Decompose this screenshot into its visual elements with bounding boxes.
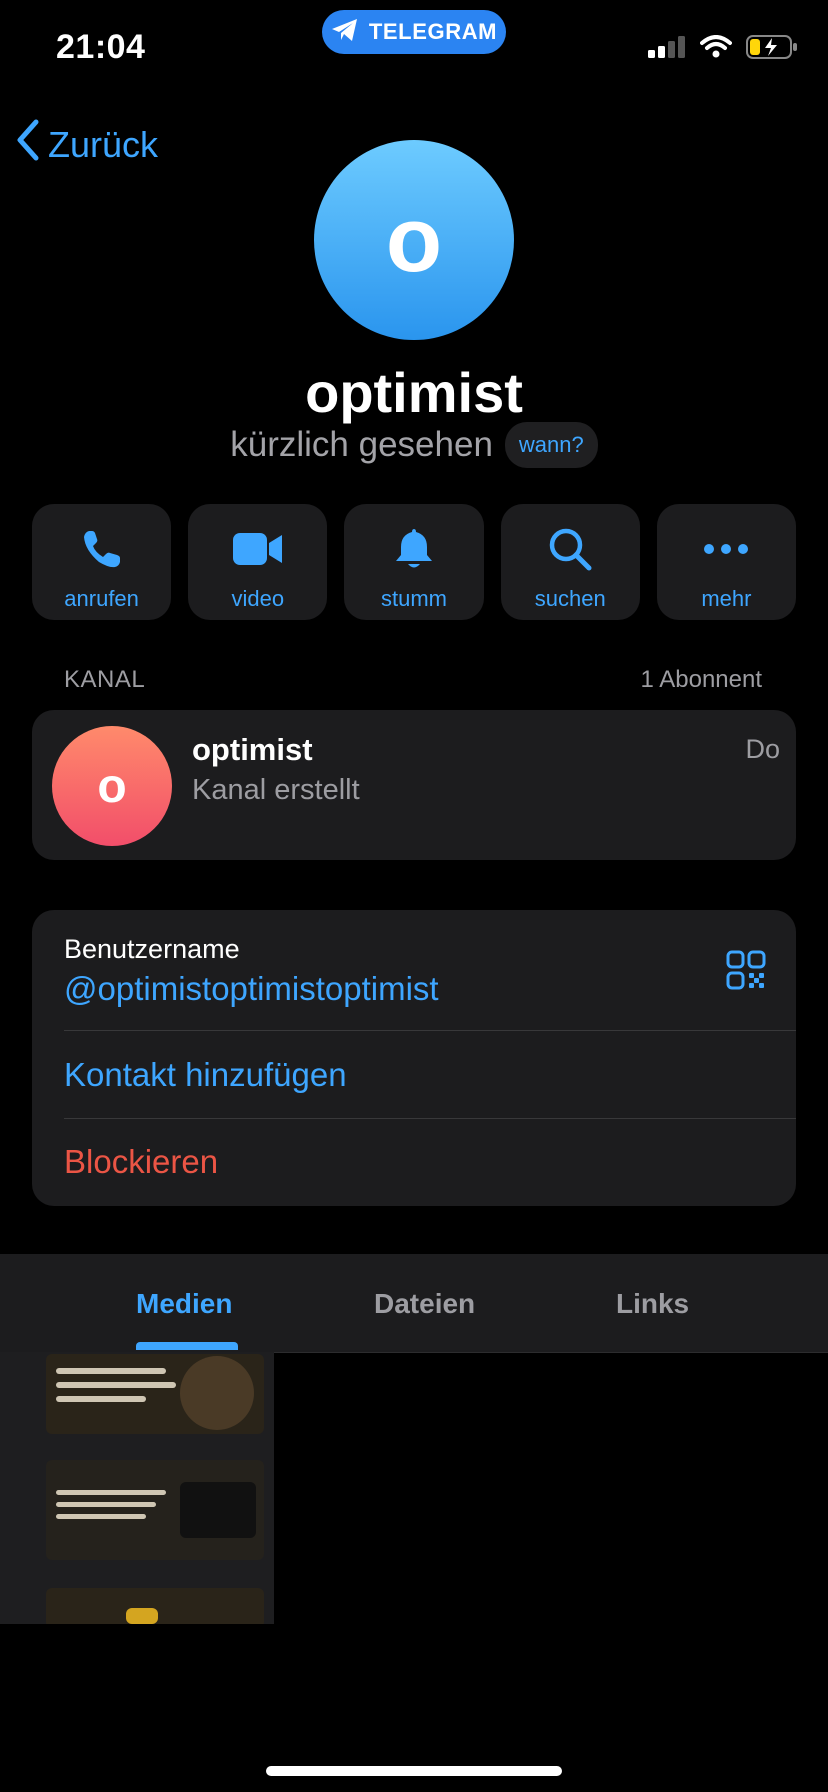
more-icon — [703, 524, 749, 574]
tab-links[interactable]: Links — [616, 1288, 689, 1320]
back-button[interactable]: Zurück — [14, 118, 158, 171]
presence-row: kürzlich gesehen wann? — [0, 422, 828, 468]
channel-card[interactable]: o optimist Kanal erstellt Do — [32, 710, 796, 860]
username-value[interactable]: @optimistoptimistoptimist — [64, 970, 439, 1008]
presence-text: kürzlich gesehen — [230, 425, 493, 464]
tab-indicator — [136, 1342, 238, 1350]
channel-title: optimist — [192, 732, 313, 767]
video-label: video — [231, 586, 285, 611]
status-icons — [648, 34, 798, 65]
chevron-left-icon — [14, 118, 42, 171]
qr-code-icon[interactable] — [726, 950, 766, 995]
more-button[interactable]: mehr — [656, 504, 797, 620]
channel-section-header: KANAL — [64, 666, 146, 693]
telegram-pill-label: TELEGRAM — [368, 19, 498, 44]
home-indicator — [266, 1766, 562, 1776]
media-thumbnail[interactable] — [0, 1352, 274, 1624]
video-button[interactable]: video — [188, 504, 328, 620]
wifi-icon — [700, 35, 732, 64]
search-label: suchen — [534, 586, 606, 611]
when-chip[interactable]: wann? — [504, 422, 598, 468]
action-buttons: anrufen video stumm suchen mehr — [32, 504, 797, 620]
channel-date: Do — [745, 734, 780, 764]
username-label: Benutzername — [64, 934, 240, 964]
tab-files[interactable]: Dateien — [374, 1288, 475, 1320]
channel-avatar: o — [52, 726, 172, 846]
tab-media[interactable]: Medien — [136, 1288, 232, 1320]
video-camera-icon — [232, 524, 284, 574]
search-icon — [548, 524, 592, 574]
call-button[interactable]: anrufen — [32, 504, 172, 620]
divider — [64, 1030, 796, 1031]
profile-avatar[interactable]: o — [314, 140, 514, 340]
battery-charging-icon — [746, 34, 798, 65]
call-label: anrufen — [64, 586, 139, 611]
search-button[interactable]: suchen — [500, 504, 640, 620]
mute-label: stumm — [381, 586, 447, 611]
media-tabs: Medien Dateien Links — [0, 1254, 828, 1353]
telegram-pill[interactable]: TELEGRAM — [322, 10, 506, 54]
subscriber-count: 1 Abonnent — [640, 666, 762, 693]
status-time: 21:04 — [56, 28, 146, 66]
info-card: Benutzername @optimistoptimistoptimist K… — [32, 910, 796, 1206]
bell-icon — [394, 524, 434, 574]
telegram-plane-icon — [331, 18, 359, 47]
mute-button[interactable]: stumm — [344, 504, 484, 620]
profile-name: optimist — [305, 361, 523, 424]
back-label: Zurück — [48, 123, 159, 165]
channel-subtitle: Kanal erstellt — [192, 774, 360, 806]
add-contact-button[interactable]: Kontakt hinzufügen — [64, 1056, 347, 1094]
more-label: mehr — [701, 586, 752, 611]
divider — [64, 1118, 796, 1119]
phone-icon — [81, 524, 123, 574]
cellular-signal-icon — [648, 36, 686, 63]
block-button[interactable]: Blockieren — [64, 1143, 218, 1181]
